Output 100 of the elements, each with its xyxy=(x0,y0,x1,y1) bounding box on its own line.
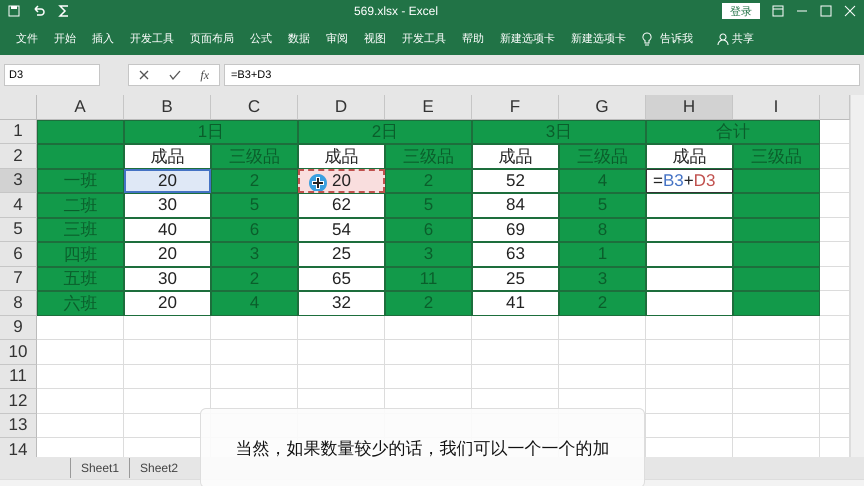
ribbon-tab[interactable]: 开发工具 xyxy=(394,31,454,46)
column-header[interactable]: F xyxy=(472,95,559,120)
checkmark-icon[interactable] xyxy=(168,70,181,80)
table-cell: 25 xyxy=(472,266,559,291)
row-header[interactable]: 13 xyxy=(0,414,37,438)
table-cell: 1 xyxy=(559,242,646,266)
close-icon[interactable] xyxy=(844,5,856,17)
table-cell: 5 xyxy=(211,193,298,218)
row-header[interactable]: 12 xyxy=(0,389,37,414)
table-cell: 25 xyxy=(298,242,385,266)
row-header[interactable]: 8 xyxy=(0,291,37,316)
ribbon-tab[interactable]: 视图 xyxy=(356,31,394,46)
table-cell: 20 xyxy=(124,291,211,316)
tell-me-button[interactable]: 告诉我 xyxy=(652,31,701,46)
vertical-scrollbar[interactable] xyxy=(850,95,864,457)
column-header[interactable]: H xyxy=(646,95,733,120)
ribbon-tab[interactable]: 新建选项卡 xyxy=(492,31,563,46)
name-box[interactable]: D3 xyxy=(4,64,100,86)
table-cell: 二班 xyxy=(37,193,124,218)
table-cell: 4 xyxy=(211,291,298,316)
column-header[interactable]: I xyxy=(733,95,820,120)
table-cell: 2日 xyxy=(298,120,472,144)
table-cell: 11 xyxy=(385,266,472,291)
table-cell: 62 xyxy=(298,193,385,218)
column-header[interactable]: A xyxy=(37,95,124,120)
save-icon[interactable] xyxy=(8,5,20,17)
ribbon-tab[interactable]: 插入 xyxy=(84,31,122,46)
table-cell: 六班 xyxy=(37,291,124,316)
table-cell: 6 xyxy=(385,218,472,242)
table-cell: 3日 xyxy=(472,120,646,144)
ribbon-display-icon[interactable] xyxy=(772,5,784,17)
insert-function-button[interactable]: fx xyxy=(200,68,210,82)
sheet-tab[interactable]: Sheet2 xyxy=(129,458,188,478)
row-header[interactable]: 5 xyxy=(0,218,37,242)
maximize-icon[interactable] xyxy=(820,5,832,17)
row-header[interactable]: 9 xyxy=(0,316,37,340)
table-cell: 63 xyxy=(472,242,559,266)
column-header[interactable]: G xyxy=(559,95,646,120)
table-cell: 成品 xyxy=(124,144,211,168)
row-header[interactable]: 7 xyxy=(0,266,37,291)
row-header[interactable]: 3 xyxy=(0,168,37,193)
row-header[interactable]: 14 xyxy=(0,438,37,457)
table-cell: 2 xyxy=(211,168,298,193)
table-cell: 三级品 xyxy=(559,144,646,168)
table-cell: 52 xyxy=(472,168,559,193)
row-header[interactable]: 1 xyxy=(0,120,37,144)
table-cell: 2 xyxy=(385,168,472,193)
table-cell: 五班 xyxy=(37,266,124,291)
row-header[interactable]: 11 xyxy=(0,364,37,389)
login-button[interactable]: 登录 xyxy=(722,3,760,19)
row-header[interactable]: 6 xyxy=(0,242,37,266)
ribbon-tab[interactable]: 页面布局 xyxy=(182,31,242,46)
table-cell: 2 xyxy=(559,291,646,316)
window-title: 569.xlsx - Excel xyxy=(354,4,438,18)
table-cell: 8 xyxy=(559,218,646,242)
table-cell: 6 xyxy=(211,218,298,242)
undo-icon[interactable] xyxy=(32,5,46,17)
table-cell: 成品 xyxy=(472,144,559,168)
cancel-icon[interactable] xyxy=(138,70,149,80)
column-header[interactable]: B xyxy=(124,95,211,120)
table-cell: 2 xyxy=(385,291,472,316)
table-cell: 40 xyxy=(124,218,211,242)
table-cell: 3 xyxy=(559,266,646,291)
table-cell: 成品 xyxy=(298,144,385,168)
table-cell: 30 xyxy=(124,266,211,291)
ribbon-tab[interactable]: 开发工具 xyxy=(122,31,182,46)
formula-field[interactable]: =B3+D3 xyxy=(224,64,860,86)
table-cell: 65 xyxy=(298,266,385,291)
table-cell: 成品 xyxy=(646,144,733,168)
table-cell: 1日 xyxy=(124,120,298,144)
table-cell: 84 xyxy=(472,193,559,218)
row-header[interactable]: 2 xyxy=(0,144,37,168)
table-cell: 20 xyxy=(124,242,211,266)
referenced-cell: 20 xyxy=(124,168,211,193)
table-cell: 四班 xyxy=(37,242,124,266)
row-header[interactable]: 10 xyxy=(0,340,37,364)
column-header[interactable]: E xyxy=(385,95,472,120)
ribbon-tab[interactable]: 帮助 xyxy=(454,31,492,46)
sum-icon[interactable] xyxy=(58,5,70,17)
table-cell: 41 xyxy=(472,291,559,316)
table-cell: 一班 xyxy=(37,168,124,193)
ribbon-tab[interactable]: 审阅 xyxy=(318,31,356,46)
table-cell: 30 xyxy=(124,193,211,218)
row-header[interactable]: 4 xyxy=(0,193,37,218)
table-cell: 三班 xyxy=(37,218,124,242)
ribbon-tab[interactable]: 公式 xyxy=(242,31,280,46)
sheet-tab[interactable]: Sheet1 xyxy=(70,458,130,478)
ribbon-tab[interactable]: 新建选项卡 xyxy=(563,31,634,46)
column-header[interactable]: C xyxy=(211,95,298,120)
ribbon-tab[interactable]: 数据 xyxy=(280,31,318,46)
editing-cell[interactable]: =B3+D3 xyxy=(646,168,733,193)
ribbon-tab[interactable]: 文件 xyxy=(8,31,46,46)
referenced-cell: 20 xyxy=(298,168,385,193)
share-button[interactable]: 共享 xyxy=(729,31,762,46)
table-cell: 5 xyxy=(559,193,646,218)
table-cell: 三级品 xyxy=(211,144,298,168)
table-cell: 3 xyxy=(211,242,298,266)
ribbon-tab[interactable]: 开始 xyxy=(46,31,84,46)
column-header[interactable]: D xyxy=(298,95,385,120)
table-cell: 三级品 xyxy=(733,144,820,168)
